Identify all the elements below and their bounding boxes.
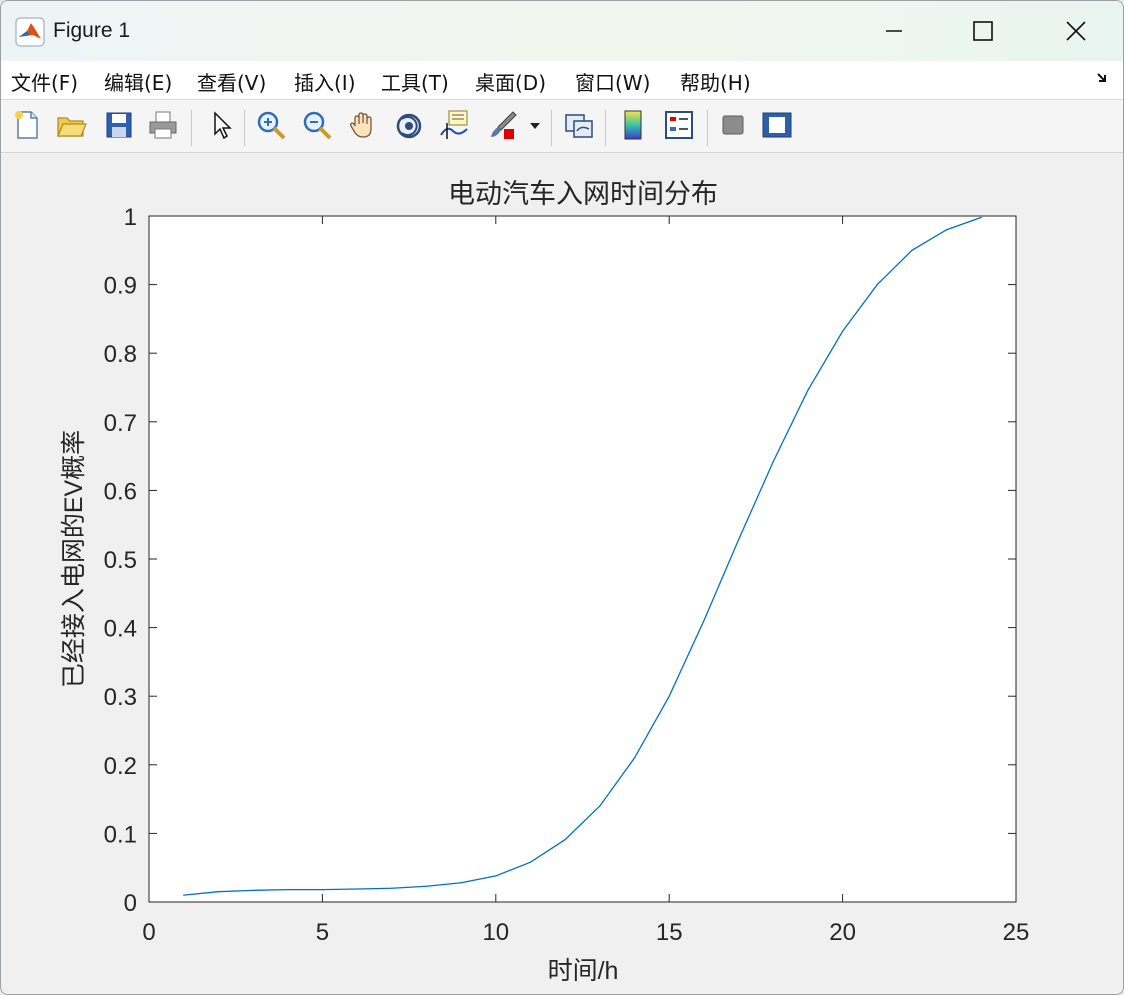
data-point bbox=[356, 888, 358, 890]
show-plot-tools-icon[interactable] bbox=[761, 109, 793, 141]
y-tick-label: 0.7 bbox=[104, 410, 137, 437]
title-bar[interactable]: Figure 1 bbox=[1, 1, 1123, 61]
open-folder-icon[interactable] bbox=[55, 109, 87, 141]
data-point bbox=[391, 887, 393, 889]
data-point bbox=[564, 838, 566, 841]
menu-help[interactable]: 帮助(H) bbox=[680, 67, 751, 96]
y-axis-label: 已经接入电网的EV概率 bbox=[60, 430, 88, 688]
menu-edit[interactable]: 编辑(E) bbox=[104, 67, 172, 96]
save-icon[interactable] bbox=[103, 109, 135, 141]
data-point bbox=[425, 885, 428, 887]
data-point bbox=[842, 330, 844, 332]
zoom-out-icon[interactable] bbox=[301, 109, 333, 141]
data-point bbox=[946, 229, 948, 231]
close-button[interactable] bbox=[1051, 9, 1101, 53]
x-tick-label: 25 bbox=[1003, 919, 1030, 946]
hide-plot-tools-icon[interactable] bbox=[717, 109, 749, 141]
data-cursor-icon[interactable] bbox=[439, 109, 471, 141]
minimize-button[interactable] bbox=[869, 9, 919, 53]
menu-bar: 文件(F) 编辑(E) 查看(V) 插入(I) 工具(T) 桌面(D) 窗口(W… bbox=[1, 61, 1123, 100]
zoom-in-icon[interactable] bbox=[255, 109, 287, 141]
data-point bbox=[460, 882, 462, 884]
x-tick-label: 5 bbox=[316, 919, 329, 946]
data-point bbox=[737, 539, 740, 541]
menu-window[interactable]: 窗口(W) bbox=[575, 67, 650, 96]
figure-canvas-area: 电动汽车入网时间分布 0 5 10 15 20 25 0 0.1 0.2 0.3 0.4 0.5 0.6… bbox=[1, 153, 1123, 994]
toolbar-separator bbox=[244, 110, 245, 146]
new-figure-icon[interactable] bbox=[11, 109, 43, 141]
pointer-icon[interactable] bbox=[205, 109, 237, 141]
y-tick-label: 1 bbox=[124, 204, 137, 231]
y-tick-label: 0.5 bbox=[104, 547, 137, 574]
brush-icon[interactable] bbox=[487, 109, 519, 141]
data-point bbox=[287, 889, 289, 891]
minimize-icon bbox=[886, 30, 902, 32]
data-point bbox=[668, 695, 670, 697]
menu-file[interactable]: 文件(F) bbox=[11, 67, 78, 96]
brush-dropdown-chevron-down-icon[interactable] bbox=[525, 109, 545, 141]
data-point bbox=[911, 249, 913, 251]
dock-arrow-icon[interactable] bbox=[1095, 69, 1111, 85]
x-tick-label: 10 bbox=[482, 919, 509, 946]
data-point bbox=[876, 284, 878, 286]
y-tick-label: 0 bbox=[124, 890, 137, 917]
data-point bbox=[529, 861, 532, 863]
x-axis-label: 时间/h bbox=[548, 957, 619, 985]
toolbar-separator bbox=[605, 110, 606, 146]
data-point bbox=[980, 216, 982, 218]
data-point bbox=[183, 894, 185, 896]
toolbar-separator bbox=[551, 110, 552, 146]
toolbar-separator bbox=[191, 110, 192, 146]
maximize-button[interactable] bbox=[958, 9, 1008, 53]
y-tick-label: 0.9 bbox=[104, 273, 137, 300]
data-point bbox=[321, 889, 323, 891]
data-point bbox=[495, 875, 497, 877]
data-point bbox=[703, 620, 705, 622]
y-tick-label: 0.3 bbox=[104, 684, 137, 711]
y-tick-label: 0.2 bbox=[104, 753, 137, 780]
toolbar-separator bbox=[707, 110, 708, 146]
data-point bbox=[599, 805, 601, 807]
y-tick-label: 0.6 bbox=[104, 478, 137, 505]
colorbar-icon[interactable] bbox=[617, 109, 649, 141]
chart-title: 电动汽车入网时间分布 bbox=[448, 179, 718, 209]
window-title: Figure 1 bbox=[53, 19, 131, 42]
line-chart[interactable]: 电动汽车入网时间分布 0 5 10 15 20 25 0 0.1 0.2 0.3 0.4 0.5 0.6… bbox=[1, 153, 1123, 994]
data-point bbox=[252, 889, 254, 891]
x-tick-label: 0 bbox=[142, 919, 155, 946]
legend-icon[interactable] bbox=[663, 109, 695, 141]
figure-toolbar bbox=[1, 100, 1123, 153]
figure-window: Figure 1 文件(F) 编辑(E) 查看(V) 插入(I) 工具(T) 桌… bbox=[0, 0, 1124, 995]
y-tick-label: 0.8 bbox=[104, 341, 137, 368]
pan-hand-icon[interactable] bbox=[347, 109, 379, 141]
maximize-icon bbox=[973, 21, 993, 41]
data-point bbox=[807, 389, 809, 391]
y-tick-label: 0.1 bbox=[104, 821, 137, 848]
x-tick-label: 20 bbox=[829, 919, 856, 946]
data-point bbox=[772, 460, 774, 463]
menu-insert[interactable]: 插入(I) bbox=[294, 67, 356, 96]
y-tick-label: 0.4 bbox=[104, 616, 137, 643]
link-plot-icon[interactable] bbox=[563, 109, 595, 141]
menu-tools[interactable]: 工具(T) bbox=[381, 67, 449, 96]
menu-view[interactable]: 查看(V) bbox=[197, 67, 266, 96]
data-point bbox=[217, 891, 219, 893]
x-tick-label: 15 bbox=[656, 919, 683, 946]
data-point bbox=[633, 757, 636, 759]
print-icon[interactable] bbox=[147, 109, 179, 141]
rotate-3d-icon[interactable] bbox=[393, 109, 425, 141]
plot-area bbox=[149, 216, 1016, 902]
close-icon bbox=[1066, 21, 1086, 41]
menu-desktop[interactable]: 桌面(D) bbox=[475, 67, 546, 96]
matlab-logo-icon bbox=[15, 17, 45, 47]
